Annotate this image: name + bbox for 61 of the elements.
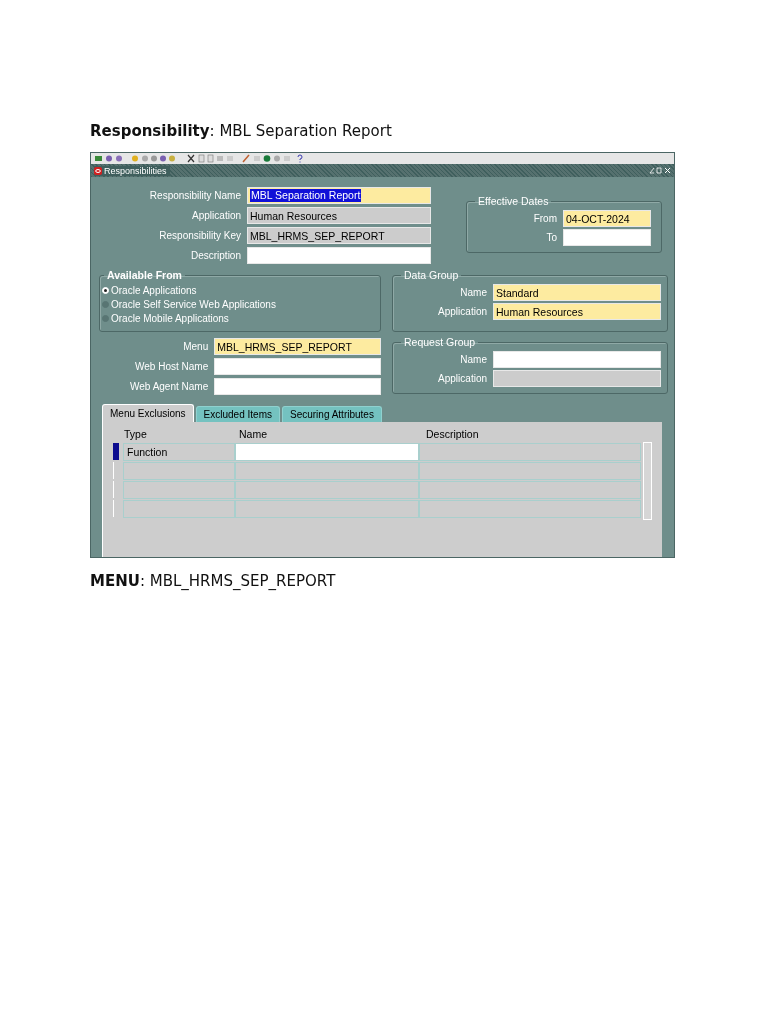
field-label: Application [191,210,241,221]
tab[interactable]: Securing Attributes [281,406,382,422]
text-field[interactable]: 04-OCT-2024 [563,210,651,227]
field-label: Name [459,287,487,298]
field-label: From [532,213,557,224]
table-cell[interactable] [123,480,235,499]
field-label: Responsibility Name [148,190,241,201]
text-field[interactable] [563,229,651,246]
field-label: Name [459,354,487,365]
tab[interactable]: Menu Exclusions [102,404,194,422]
text-field[interactable]: Standard [493,284,661,301]
tab[interactable]: Excluded Items [195,406,280,422]
group-label: Data Group [403,269,460,281]
table-cell[interactable] [123,461,235,480]
table-cell[interactable] [419,442,641,461]
row-marker[interactable] [113,443,119,460]
text-field[interactable] [493,370,661,387]
text-field[interactable]: MBL Separation Report [247,187,431,204]
window-controls-icon[interactable] [649,167,671,174]
field-label: Application [437,373,487,384]
radio-button[interactable] [102,314,109,322]
heading-text: Responsibility: MBL Separation Report [90,122,392,140]
table-cell[interactable] [235,442,419,461]
column-header: Name [238,428,268,440]
text-field[interactable]: Human Resources [493,303,661,320]
table-cell[interactable] [419,461,641,480]
table-cell[interactable] [419,480,641,499]
text-field[interactable]: MBL_HRMS_SEP_REPORT [214,338,381,355]
selected-text: MBL Separation Report [250,189,362,202]
table-cell[interactable] [123,499,235,518]
field-label: Web Agent Name [129,381,209,392]
table-cell[interactable]: Function [123,442,235,461]
app-icon [94,166,102,175]
column-header: Type [123,428,148,440]
field-label: Web Host Name [134,361,209,372]
text-field[interactable]: MBL_HRMS_SEP_REPORT [247,227,431,244]
text-field[interactable]: Human Resources [247,207,431,224]
field-label: To [545,232,557,243]
group-label: Request Group [403,336,477,348]
field-label: Description [189,250,241,261]
text-field[interactable] [214,378,381,395]
table-cell[interactable] [419,499,641,518]
window-title: Responsibilities [104,165,167,176]
table-cell[interactable] [235,480,419,499]
radio-label[interactable]: Oracle Mobile Applications [111,312,229,324]
scrollbar[interactable] [643,442,652,520]
radio-label[interactable]: Oracle Self Service Web Applications [111,298,276,310]
field-label: Menu [182,341,209,352]
caption-text: MENU: MBL_HRMS_SEP_REPORT [90,572,336,590]
field-label: Application [437,306,487,317]
text-field[interactable] [247,247,431,264]
text-field[interactable] [493,351,661,368]
group-label: Effective Dates [477,195,550,207]
column-header: Description [425,428,480,440]
text-field[interactable] [214,358,381,375]
field-label: Responsibility Key [158,230,241,241]
table-cell[interactable] [235,461,419,480]
table-cell[interactable] [235,499,419,518]
radio-button[interactable] [102,300,109,308]
group-label: Available From [106,269,183,281]
radio-label[interactable]: Oracle Applications [111,284,197,296]
